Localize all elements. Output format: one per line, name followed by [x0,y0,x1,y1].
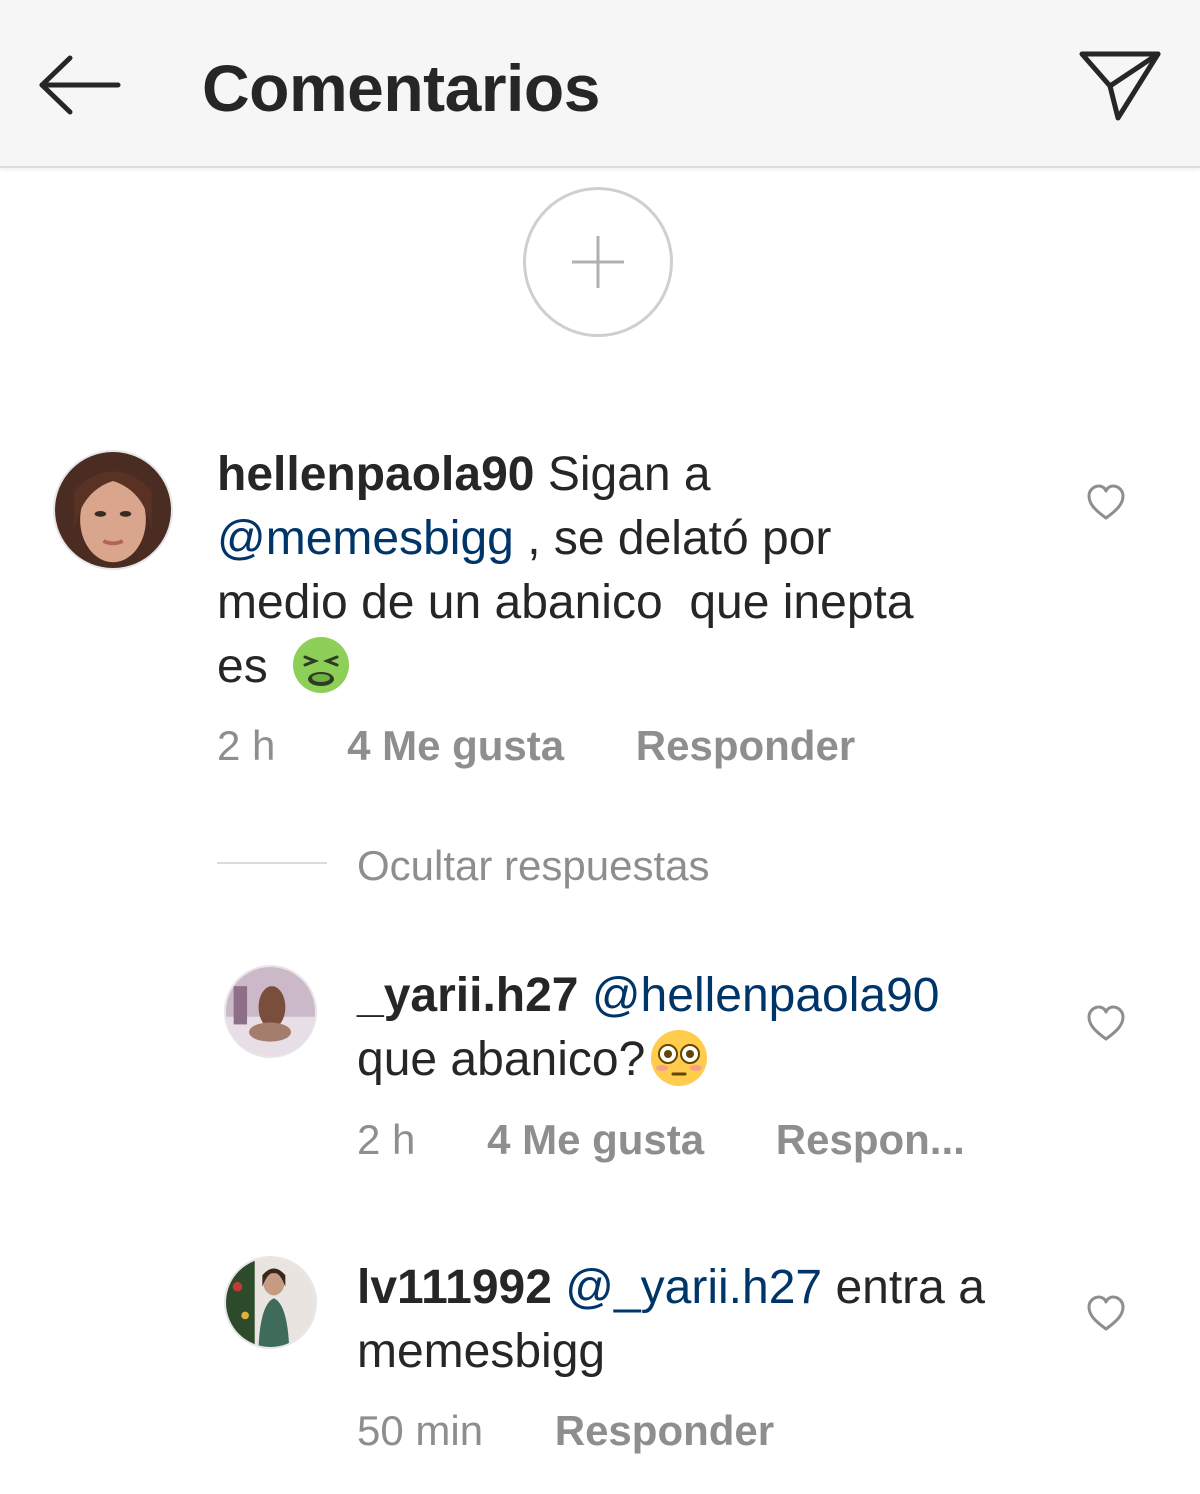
page-title: Comentarios [202,51,600,125]
add-story-button[interactable] [523,187,673,337]
avatar[interactable] [53,450,173,570]
like-heart-icon[interactable] [1085,1293,1127,1335]
divider [217,862,327,864]
likes-count[interactable]: 4 Me gusta [487,1116,704,1163]
reply-meta: 2 h 4 Me gusta Respon... [357,1116,965,1164]
nauseated-face-emoji [293,637,350,694]
like-heart-icon[interactable] [1085,1003,1127,1045]
hide-replies-button[interactable]: Ocultar respuestas [357,842,710,890]
timestamp: 2 h [217,722,276,769]
reply-username[interactable]: _yarii.h27 [357,969,578,1022]
comment-meta: 2 h 4 Me gusta Responder [217,722,855,770]
arrow-left-icon[interactable] [36,52,122,118]
mention-link[interactable]: @hellenpaola90 [592,969,940,1022]
timestamp: 2 h [357,1116,416,1163]
paper-plane-icon[interactable] [1078,48,1162,124]
header-bar: Comentarios [0,0,1200,168]
reply-button[interactable]: Respon... [776,1116,965,1163]
comment-username[interactable]: hellenpaola90 [217,448,534,501]
reply-button[interactable]: Responder [555,1407,774,1454]
comment-body: hellenpaola90 Sigan a @memesbigg , se de… [217,443,1057,699]
like-heart-icon[interactable] [1085,482,1127,524]
flushed-face-emoji [651,1030,708,1087]
timestamp: 50 min [357,1407,484,1454]
reply-button[interactable]: Responder [636,722,855,769]
reply-username[interactable]: lv111992 [357,1261,552,1314]
mention-link[interactable]: @memesbigg [217,512,514,565]
likes-count[interactable]: 4 Me gusta [347,722,564,769]
avatar[interactable] [224,965,317,1058]
plus-icon [572,236,624,288]
reply-body: lv111992 @_yarii.h27 entra a memesbigg [357,1261,985,1378]
avatar[interactable] [224,1256,317,1349]
mention-link[interactable]: @_yarii.h27 [565,1261,822,1314]
reply-body: _yarii.h27 @hellenpaola90 que abanico? [357,964,1057,1092]
reply-meta: 50 min Responder [357,1407,774,1455]
